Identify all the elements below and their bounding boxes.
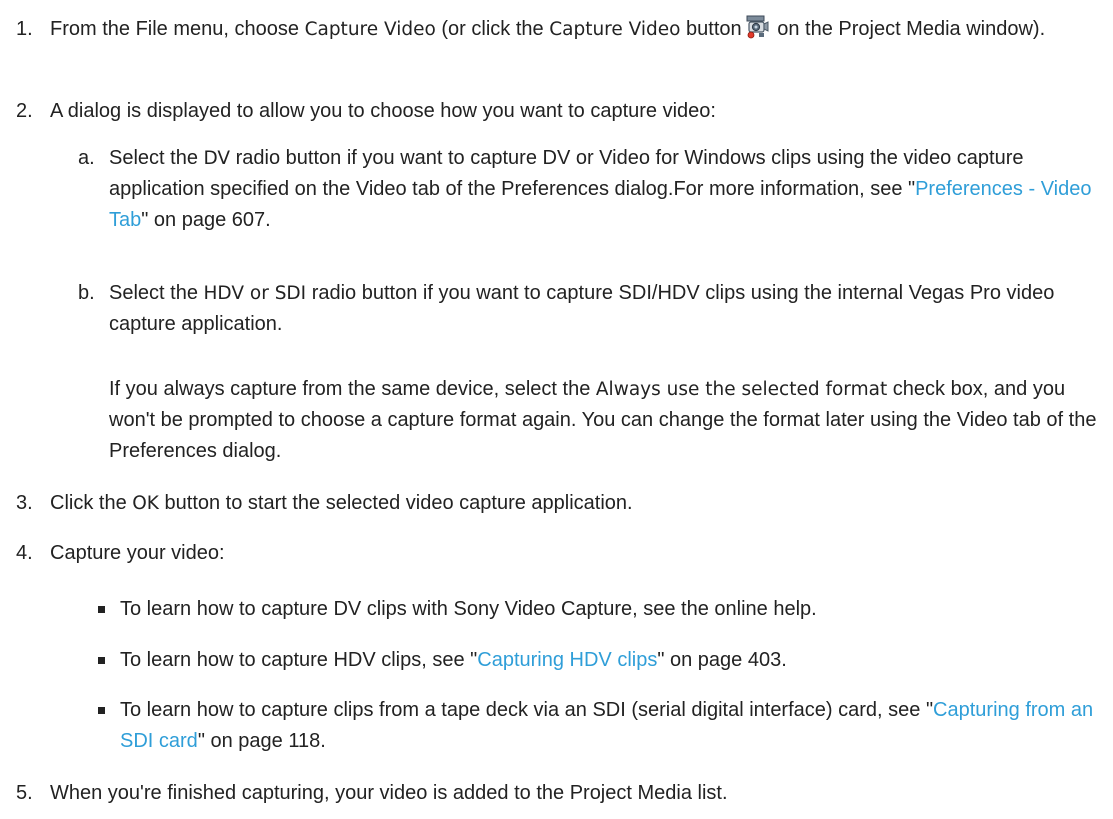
step-number: 4.: [16, 542, 33, 564]
substep-a: a. Select the DV radio button if you wan…: [78, 143, 1098, 236]
list-item: To learn how to capture HDV clips, see "…: [98, 645, 1103, 676]
button-ref: Capture Video: [549, 19, 681, 40]
step-4: 4. Capture your video:: [16, 538, 1106, 569]
capture-video-camera-icon: [745, 15, 769, 39]
button-ref: OK: [132, 493, 159, 514]
link-capturing-hdv-clips[interactable]: Capturing HDV clips: [477, 649, 657, 671]
step-5: 5. When you're finished capturing, your …: [16, 778, 1106, 809]
list-item: To learn how to capture DV clips with So…: [98, 594, 1103, 625]
menu-item-ref: Capture Video: [304, 19, 436, 40]
list-item: To learn how to capture clips from a tap…: [98, 695, 1103, 757]
list-item-text: To learn how to capture HDV clips, see "…: [120, 649, 787, 671]
help-page: 1. From the File menu, choose Capture Vi…: [0, 0, 1113, 819]
step-text: When you're finished capturing, your vid…: [50, 782, 728, 804]
substep-b: b. Select the HDV or SDI radio button if…: [78, 278, 1098, 340]
step-3: 3. Click the OK button to start the sele…: [16, 488, 1106, 519]
bullet-icon: [98, 707, 105, 714]
substep-text: Select the HDV or SDI radio button if yo…: [109, 282, 1055, 335]
bullet-icon: [98, 657, 105, 664]
step-1: 1. From the File menu, choose Capture Vi…: [16, 14, 1106, 45]
substep-letter: a.: [78, 147, 95, 169]
list-item-text: To learn how to capture DV clips with So…: [120, 598, 817, 620]
step-2: 2. A dialog is displayed to allow you to…: [16, 96, 1106, 127]
substep-letter: b.: [78, 282, 95, 304]
radio-ref: HDV or SDI: [203, 283, 307, 304]
step-number: 1.: [16, 18, 33, 40]
list-item-text: To learn how to capture clips from a tap…: [120, 699, 1094, 752]
step-number: 3.: [16, 492, 33, 514]
checkbox-ref: Always use the selected format: [595, 379, 888, 400]
bullet-icon: [98, 606, 105, 613]
note-paragraph: If you always capture from the same devi…: [109, 378, 1097, 462]
step-text: A dialog is displayed to allow you to ch…: [50, 100, 716, 122]
substep-text: Select the DV radio button if you want t…: [109, 147, 1092, 231]
step-text: Capture your video:: [50, 542, 225, 564]
step-number: 2.: [16, 100, 33, 122]
radio-ref: DV: [203, 148, 231, 169]
step-text: From the File menu, choose Capture Video…: [50, 14, 1106, 45]
step-text: Click the OK button to start the selecte…: [50, 492, 633, 514]
step-number: 5.: [16, 782, 33, 804]
